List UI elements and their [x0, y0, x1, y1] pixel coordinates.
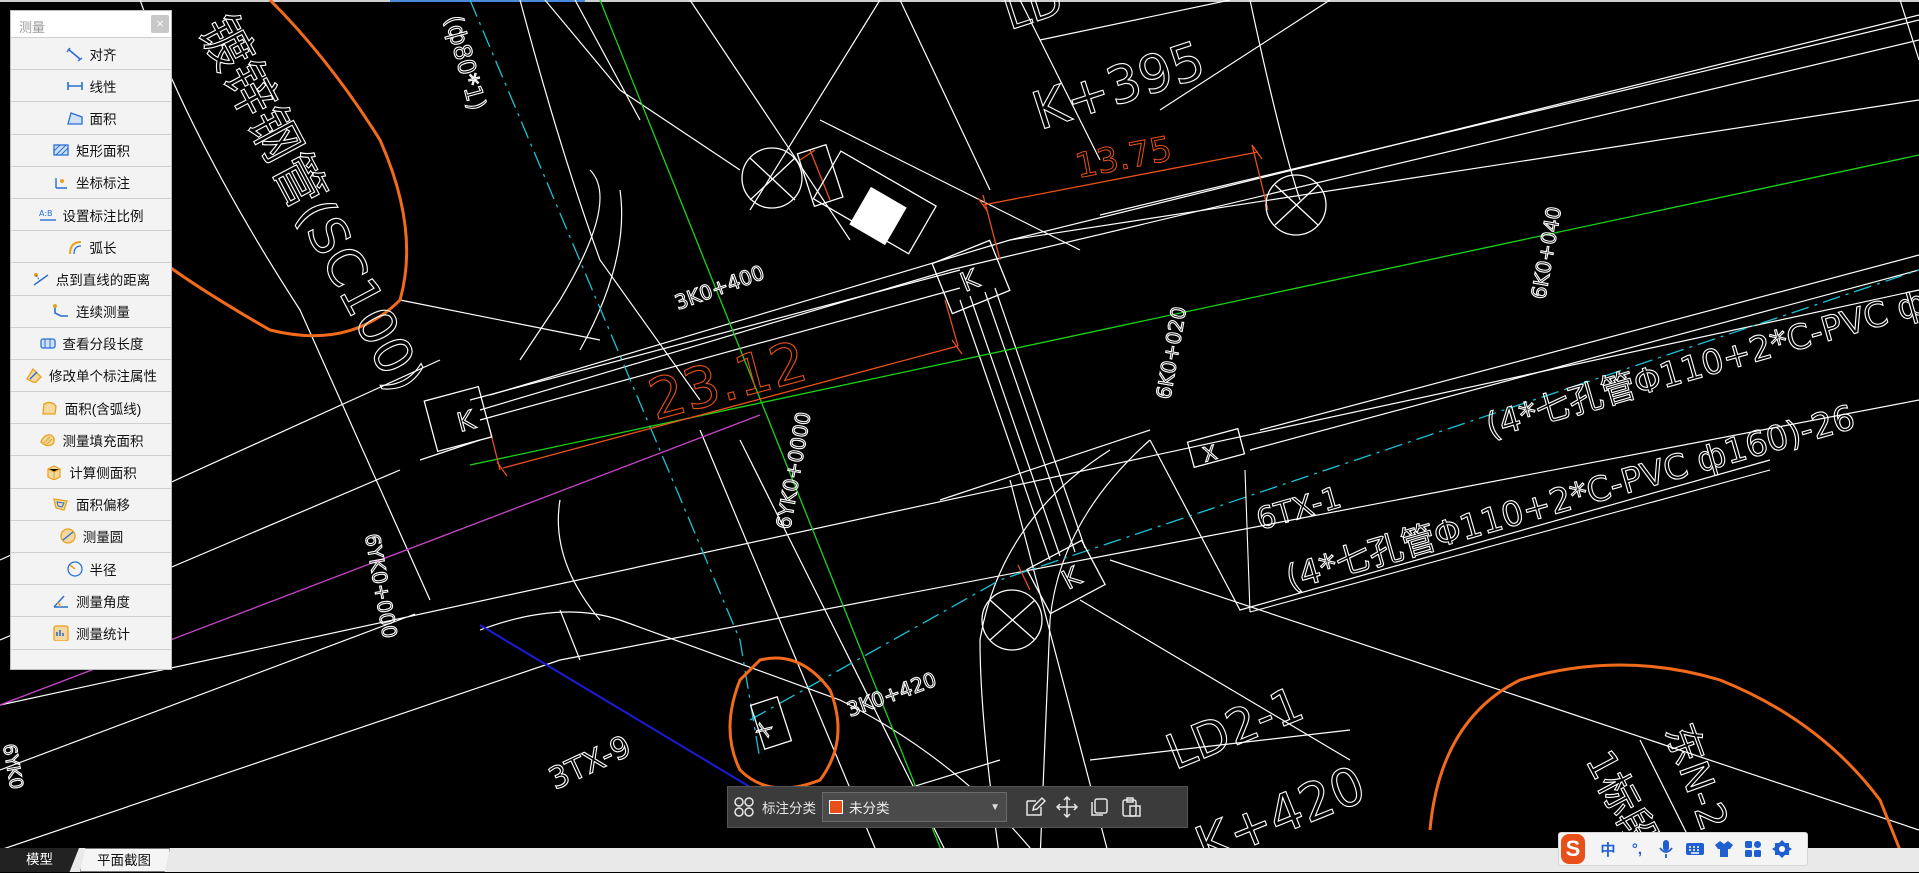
tab-model[interactable]: 模型: [0, 848, 79, 872]
tool-item[interactable]: 修改单个标注属性: [11, 360, 171, 393]
coordinate-icon: [55, 178, 67, 190]
tool-label: 半径: [89, 562, 117, 578]
panel-header: 测量 ×: [11, 11, 171, 38]
tool-label: 线性: [89, 79, 117, 95]
measure-panel: 测量 × 对齐线性面积矩形面积坐标标注 A:B 设置标注比例 弧长点到直线的距离 连续测…: [10, 10, 172, 670]
tool-label: 查看分段长度: [62, 337, 144, 353]
area-arc-icon: [42, 401, 57, 415]
tool-item[interactable]: A:B 设置标注比例: [11, 199, 171, 232]
tool-item[interactable]: 查看分段长度: [11, 328, 171, 360]
sogou-logo-icon[interactable]: S: [1561, 834, 1585, 864]
ime-toolbar: S 中 °,: [1558, 832, 1808, 866]
ime-punctuation-toggle[interactable]: °,: [1625, 837, 1649, 861]
svg-text:A:B: A:B: [39, 209, 53, 218]
tool-label: 修改单个标注属性: [49, 369, 157, 385]
grid-icon[interactable]: [728, 791, 760, 823]
apps-icon[interactable]: [1741, 837, 1765, 861]
ime-chinese-toggle[interactable]: 中: [1596, 837, 1620, 861]
segment-length-icon: [39, 338, 56, 349]
move-icon[interactable]: [1051, 791, 1083, 823]
tool-item[interactable]: 测量填充面积: [11, 424, 171, 457]
tool-item[interactable]: 半径: [11, 553, 171, 586]
tool-item[interactable]: 计算侧面积: [11, 456, 171, 489]
edit-dimension-icon: [26, 368, 42, 384]
settings-icon[interactable]: [1770, 837, 1794, 861]
cad-drawing-canvas[interactable]: 13.75 23.12 K K K X X 镀锌钢管(SC100) (ф80*1…: [0, 0, 1919, 872]
tool-label: 设置标注比例: [62, 208, 144, 224]
tool-item[interactable]: 面积: [11, 102, 171, 135]
tool-label: 矩形面积: [76, 144, 130, 160]
tool-label: 测量角度: [76, 594, 130, 610]
annotation-category-select[interactable]: 未分类 ▼: [822, 792, 1007, 822]
copy-icon[interactable]: [1083, 791, 1115, 823]
tool-item[interactable]: 面积(含弧线): [11, 392, 171, 425]
side-area-icon: [47, 465, 61, 481]
tool-label: 面积(含弧线): [64, 401, 142, 417]
tool-item[interactable]: 矩形面积: [11, 135, 171, 167]
tool-label: 测量圆: [82, 530, 124, 546]
tool-label: 连续测量: [76, 305, 130, 321]
shirt-icon[interactable]: [1712, 837, 1736, 861]
rectangle-area-icon: [53, 144, 69, 156]
tool-item[interactable]: 测量圆: [11, 521, 171, 553]
annotation-category-label: 标注分类: [762, 801, 816, 816]
statistics-icon: [53, 625, 69, 641]
tool-label: 坐标标注: [76, 176, 130, 192]
tool-item[interactable]: 点到直线的距离: [11, 263, 171, 296]
area-icon: [66, 112, 83, 125]
tool-item[interactable]: 连续测量: [11, 296, 171, 328]
tool-label: 面积: [89, 111, 117, 127]
arc-length-icon: [68, 240, 81, 254]
angle-icon: [53, 595, 68, 608]
tool-item[interactable]: 测量角度: [11, 585, 171, 618]
tool-item[interactable]: 线性: [11, 70, 171, 103]
align-dimension-icon: [65, 47, 82, 62]
mic-icon[interactable]: [1654, 837, 1678, 861]
category-color-swatch: [829, 800, 843, 814]
tool-item[interactable]: 测量统计: [11, 617, 171, 650]
tool-item[interactable]: 弧长: [11, 231, 171, 264]
edit-icon[interactable]: [1019, 791, 1051, 823]
linear-dimension-icon: [66, 81, 83, 90]
tool-label: 测量填充面积: [62, 433, 144, 449]
tool-item[interactable]: 对齐: [11, 38, 171, 71]
area-offset-icon: [53, 498, 68, 511]
radius-icon: [66, 560, 83, 577]
annotation-toolbar: 标注分类 未分类 ▼: [727, 786, 1188, 828]
hatch-area-icon: [39, 434, 55, 447]
tool-item[interactable]: 坐标标注: [11, 167, 171, 199]
tool-label: 面积偏移: [76, 498, 130, 514]
continuous-measure-icon: [53, 304, 68, 317]
point-line-distance-icon: [33, 272, 49, 286]
keyboard-icon[interactable]: [1683, 837, 1707, 861]
scale-icon: A:B: [39, 209, 56, 221]
tool-label: 弧长: [89, 240, 117, 256]
tab-plan-screenshot[interactable]: 平面截图: [80, 848, 170, 872]
circle-measure-icon: [60, 528, 76, 545]
tool-item[interactable]: 面积偏移: [11, 489, 171, 521]
close-button[interactable]: ×: [151, 15, 169, 33]
paste-icon[interactable]: [1115, 791, 1147, 823]
category-selected-value: 未分类: [849, 801, 890, 816]
tool-label: 对齐: [89, 47, 117, 63]
tool-list: 对齐线性面积矩形面积坐标标注 A:B 设置标注比例 弧长点到直线的距离 连续测量查看分段…: [11, 38, 171, 650]
tool-label: 计算侧面积: [69, 466, 137, 482]
tool-label: 点到直线的距离: [55, 272, 151, 288]
chevron-down-icon: ▼: [990, 802, 1000, 813]
panel-title: 测量: [19, 20, 46, 35]
tool-label: 测量统计: [76, 626, 130, 642]
